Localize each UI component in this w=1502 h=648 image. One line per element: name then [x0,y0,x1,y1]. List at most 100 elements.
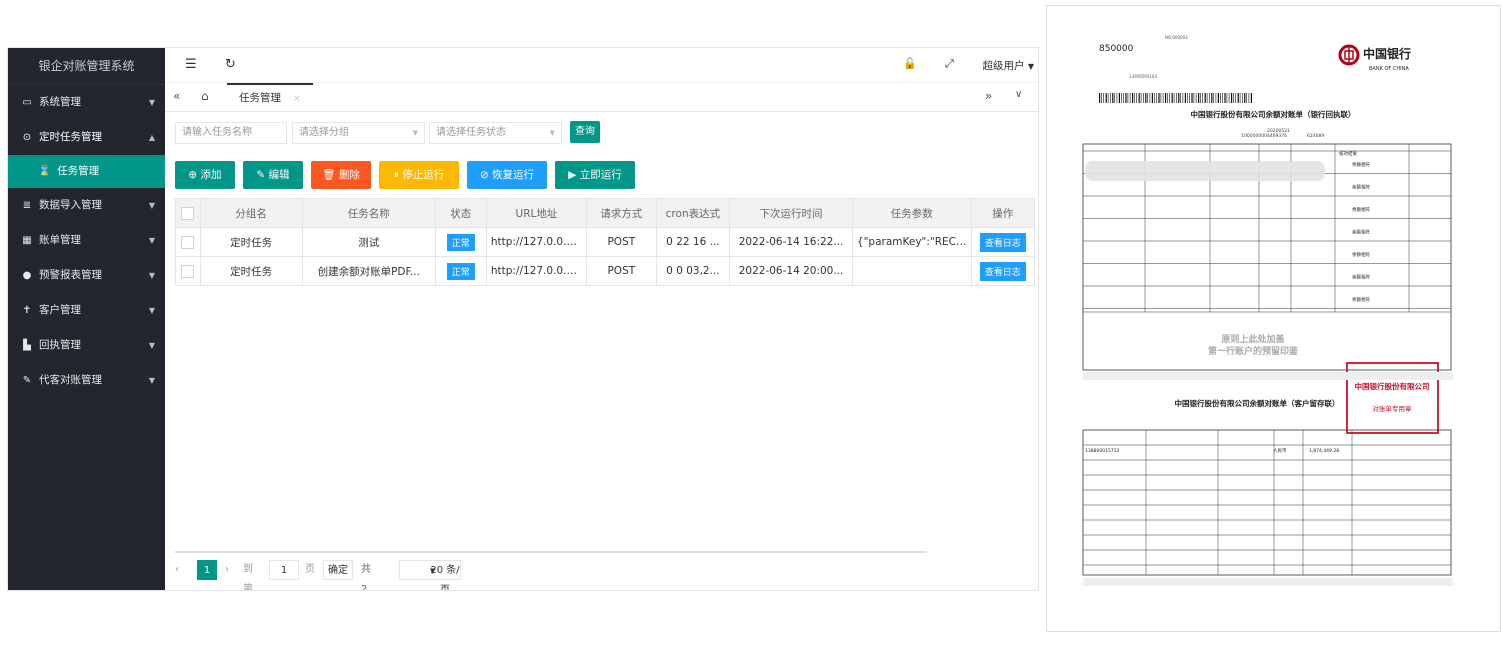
checkbox[interactable] [181,235,195,249]
sidebar-item-5[interactable]: ● 预警报表管理 ▼ [8,258,165,293]
table-row[interactable]: 定时任务 测试 正常 http://127.0.0.1/... POST 0 22 16 … [175,227,1036,257]
table-cell-params [851,256,972,286]
action-button-4[interactable]: ⏸ 停止运行 [379,161,459,189]
tabs-dropdown-icon[interactable]: ∨ [1015,89,1022,100]
action-cell: 查看日志 [970,256,1036,286]
svg-text:余额相符: 余额相符 [1352,296,1370,303]
statement-document-image: 850000 NO:000003 13959595103 中国银行 BANK O… [1046,5,1501,632]
bank-name-cn: 中国银行 [1363,46,1411,61]
task-name-input[interactable]: 请输入任务名称 [175,122,287,144]
chevron-down-icon: ▼ [1027,62,1034,71]
column-header: 分组名 [199,198,303,228]
table-cell-params: {"paramKey":"RECEIPT [851,227,972,257]
doc-title-customer-copy: 中国银行股份有限公司余额对账单（客户留存联） [1175,398,1340,408]
horizontal-scrollbar[interactable] [175,551,927,553]
table-cell-group: 定时任务 [199,256,303,286]
table-cell-next: 2022-06-14 20:00... [729,256,853,286]
sidebar-item-3[interactable]: ≣ 数据导入管理 ▼ [8,188,165,223]
row-checkbox-cell[interactable] [175,227,201,257]
sidebar-item-8[interactable]: ✎ 代客对账管理 ▼ [8,363,165,398]
sidebar-subitem-label: 任务管理 [57,165,100,177]
group-select[interactable]: 请选择分组 ▼ [292,122,425,144]
svg-text:余额相符: 余额相符 [1352,274,1370,281]
checkbox[interactable] [181,264,195,278]
sidebar-item-4[interactable]: ▦ 账单管理 ▼ [8,223,165,258]
chevron-down-icon: ▼ [148,271,155,280]
sidebar-item-2[interactable]: ⊙ 定时任务管理 ▲ [8,120,165,155]
tab-close-icon[interactable]: × [293,94,301,104]
refresh-icon[interactable]: ↻ [225,57,236,72]
edit-icon: ✎ [22,375,32,386]
query-button[interactable]: 查询 [570,121,600,143]
checkbox[interactable] [181,206,195,220]
sidebar-item-7[interactable]: ▙ 回执管理 ▼ [8,328,165,363]
chevron-down-icon: ▼ [148,236,155,245]
sidebar-item-1[interactable]: ▭ 系统管理 ▼ [8,85,165,120]
column-header: 操作 [970,198,1036,228]
table-cell-method: POST [586,227,657,257]
chevron-down-icon: ▼ [148,341,155,350]
table-header: 分组名 任务名称 状态 URL地址 请求方式 cron表达式 下次运行时间 任务参数 操作 [175,198,1036,228]
table-cell-url: http://127.0.0.1/... [485,256,588,286]
chevron-down-icon: ▼ [148,306,155,315]
user-menu[interactable]: 超级用户 ▼ [983,58,1035,73]
svg-text:余额相符: 余额相符 [1352,206,1370,213]
status-select[interactable]: 请选择任务状态 ▼ [429,122,562,144]
fullscreen-icon[interactable]: ⤢ [945,57,954,71]
doc-footnote-1 [1083,372,1453,380]
chevron-down-icon: ▼ [412,129,418,137]
status-cell: 正常 [434,227,487,257]
top-bar: ☰ ↻ 🔓 ⤢ 超级用户 ▼ [165,48,1038,83]
table-row[interactable]: 定时任务 创建余额对账单PDF... 正常 http://127.0.0.1/... P… [175,256,1036,286]
sidebar-item-label: 回执管理 [39,339,81,351]
view-log-button[interactable]: 查看日志 [979,261,1026,281]
view-log-button[interactable]: 查看日志 [979,232,1026,252]
action-button-6[interactable]: ▶ 立即运行 [555,161,635,189]
chevron-down-icon: ▼ [148,201,155,210]
task-table: 分组名 任务名称 状态 URL地址 请求方式 cron表达式 下次运行时间 任务参数 操作 定时… [175,198,1036,286]
action-button-1[interactable]: ⊕ 添加 [175,161,235,189]
monitor-icon: ▭ [22,97,32,108]
lock-icon[interactable]: 🔓 [903,57,917,70]
seal-subtext: 对账单专用章 [1373,404,1413,413]
grid-icon: ▦ [22,235,32,246]
person-icon: ✝ [22,305,32,316]
home-icon[interactable]: ⌂ [201,89,209,103]
tab-bar: « ⌂ 任务管理 × » ∨ [165,83,1038,112]
column-header: cron表达式 [655,198,731,228]
sidebar-subitem-task-management[interactable]: ⌛ 任务管理 [8,155,165,188]
page-size-select[interactable]: 20 条/页 ▼ [399,560,461,590]
table-body: 定时任务 测试 正常 http://127.0.0.1/... POST 0 22 16 … [175,227,1036,286]
sidebar-item-6[interactable]: ✝ 客户管理 ▼ [8,293,165,328]
select-all-checkbox[interactable] [175,198,201,228]
doc-footnote-2 [1083,578,1453,586]
tabs-prev-icon[interactable]: « [173,89,180,103]
tabs-next-icon[interactable]: » [985,89,992,103]
action-button-3[interactable]: 🗑 删除 [311,161,371,189]
page-1-button[interactable]: 1 [197,560,217,580]
row-checkbox-cell[interactable] [175,256,201,286]
seal-text: 中国银行股份有限公司 [1355,381,1430,391]
app-title: 银企对账管理系统 [8,48,165,85]
doc-phone: 13959595103 [1129,74,1157,79]
action-button-2[interactable]: ✎ 编辑 [243,161,303,189]
user-name: 超级用户 [982,60,1025,72]
table-cell-cron: 0 22 16 ... [655,227,731,257]
stamp-note: 原则上此处加盖第一行账户的预留印鉴 [1208,333,1299,357]
sidebar-item-label: 客户管理 [39,304,81,316]
action-button-5[interactable]: ⊘ 恢复运行 [467,161,547,189]
collapse-menu-icon[interactable]: ☰ [185,57,197,72]
action-cell: 查看日志 [970,227,1036,257]
page-next-icon[interactable]: › [225,560,229,580]
doc-currency: 人民币 [1273,447,1287,454]
svg-text:余额相符: 余额相符 [1352,251,1370,258]
doc-check-result-header: 核对结果 [1339,150,1357,157]
doc-account-number: 138800015712 [1085,448,1119,454]
column-header: 任务参数 [851,198,972,228]
redacted-area [1085,161,1325,181]
goto-page-input[interactable]: 1 [269,560,299,580]
page-prev-icon[interactable]: ‹ [175,560,179,580]
goto-confirm-button[interactable]: 确定 [323,560,353,580]
app-window: 银企对账管理系统 ▭ 系统管理 ▼ ⊙ 定时任务管理 ▲ ⌛ 任务管理 ≣ 数据导入管理 ▼ ▦ 账单管… [7,47,1039,591]
tab-task-management[interactable]: 任务管理 × [227,83,313,110]
